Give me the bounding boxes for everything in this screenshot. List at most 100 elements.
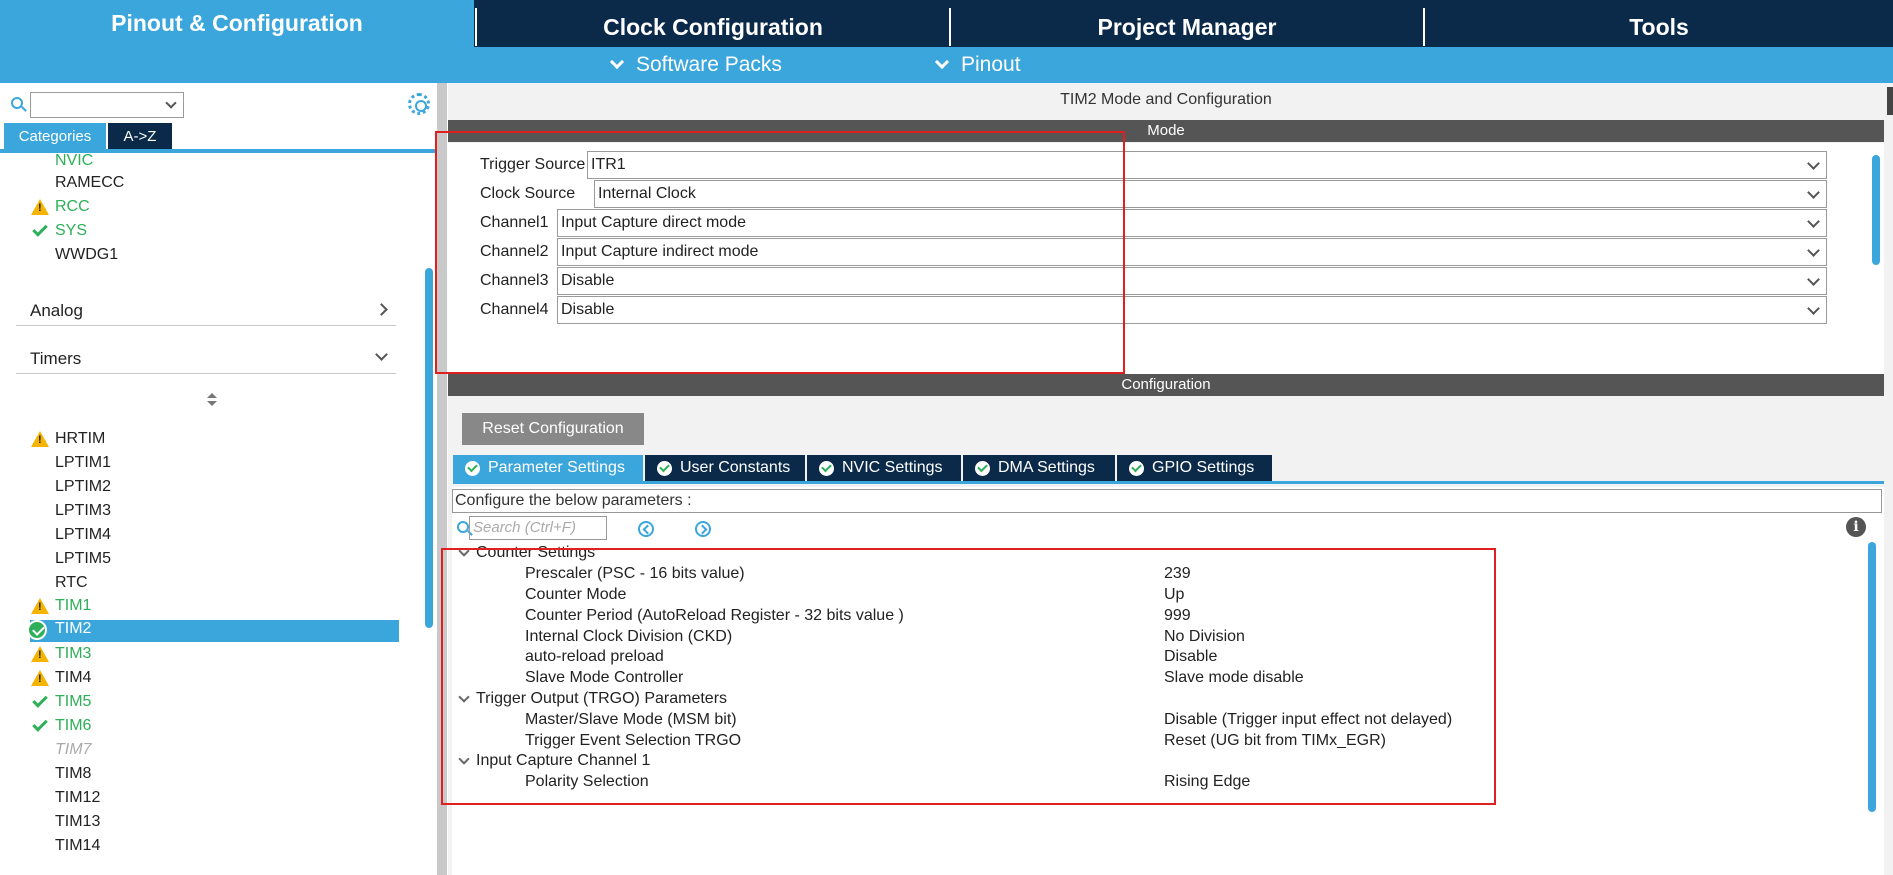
tree-item-label: TIM5: [55, 693, 92, 710]
group-timers-label: Timers: [30, 348, 82, 368]
check-circle-icon: [27, 620, 47, 640]
parameter-search-input[interactable]: Search (Ctrl+F): [469, 516, 607, 540]
tab-dma-settings[interactable]: DMA Settings: [963, 455, 1115, 481]
next-icon[interactable]: [695, 521, 711, 537]
tree-item-wwdg1[interactable]: WWDG1: [55, 246, 118, 268]
group-analog-label: Analog: [30, 300, 83, 320]
tab-a-to-z[interactable]: A->Z: [108, 123, 172, 149]
tree-item-lptim5[interactable]: LPTIM5: [55, 550, 111, 572]
sub-menu-bar: Software Packs Pinout: [0, 47, 1893, 83]
chevron-down-icon: [1807, 215, 1820, 228]
tree-item-tim7[interactable]: TIM7: [55, 741, 91, 763]
warning-icon: [31, 670, 49, 686]
pinout-menu[interactable]: Pinout: [934, 47, 1021, 83]
check-circle-icon: [975, 460, 990, 476]
warning-icon: [31, 431, 49, 447]
tree-item-tim8[interactable]: TIM8: [55, 765, 91, 787]
reset-configuration-button[interactable]: Reset Configuration: [462, 413, 644, 445]
tree-item-label: TIM2: [55, 620, 92, 637]
tab-parameter-settings[interactable]: Parameter Settings: [453, 455, 643, 481]
parameter-scrollbar[interactable]: [1868, 542, 1876, 812]
mode-scrollbar[interactable]: [1872, 155, 1880, 265]
check-circle-icon: [1129, 460, 1144, 476]
gear-icon[interactable]: [408, 93, 430, 115]
left-panel: Categories A->Z NVIC RAMECC RCC SYS WWDG…: [0, 83, 444, 875]
tab-pinout-configuration[interactable]: Pinout & Configuration: [0, 0, 474, 47]
tree-item-tim4[interactable]: TIM4: [31, 669, 92, 691]
chevron-right-icon: [375, 303, 388, 316]
tab-project-manager[interactable]: Project Manager: [949, 8, 1423, 46]
software-packs-menu[interactable]: Software Packs: [609, 47, 782, 83]
pinout-label: Pinout: [961, 53, 1021, 76]
check-icon: [32, 692, 48, 708]
tree-item-tim13[interactable]: TIM13: [55, 813, 100, 835]
left-scrollbar[interactable]: [425, 268, 433, 628]
tree-item-label: TIM14: [55, 837, 101, 854]
group-timers[interactable]: Timers: [16, 344, 396, 374]
tree-item-lptim3[interactable]: LPTIM3: [55, 502, 111, 524]
tree-item-lptim1[interactable]: LPTIM1: [55, 454, 111, 476]
tab-label: NVIC Settings: [842, 459, 943, 476]
tree-item-label: TIM4: [55, 669, 92, 686]
tab-categories[interactable]: Categories: [4, 123, 106, 149]
tab-label: Parameter Settings: [488, 459, 625, 476]
tree-item-tim6[interactable]: TIM6: [32, 716, 91, 739]
tree-item-nvic[interactable]: NVIC: [55, 152, 93, 174]
chevron-down-icon: [609, 54, 625, 70]
tree-item-label: RAMECC: [55, 174, 125, 191]
tree-item-tim5[interactable]: TIM5: [32, 692, 92, 715]
left-search-row: [8, 89, 438, 118]
chevron-down-icon: [375, 348, 388, 361]
check-icon: [32, 716, 48, 732]
previous-icon[interactable]: [638, 521, 654, 537]
warning-icon: [31, 646, 49, 662]
tree-item-lptim2[interactable]: LPTIM2: [55, 478, 111, 500]
tree-item-tim12[interactable]: TIM12: [55, 789, 100, 811]
configure-hint: Configure the below parameters :: [452, 489, 1882, 513]
tree-item-ramecc[interactable]: RAMECC: [55, 174, 124, 196]
chevron-down-icon: [1807, 186, 1820, 199]
sort-icon[interactable]: [207, 393, 217, 407]
parameters-highlight-box: [441, 548, 1496, 805]
page-title: TIM2 Mode and Configuration: [1060, 91, 1272, 108]
group-analog[interactable]: Analog: [16, 296, 396, 326]
tree-item-label: LPTIM1: [55, 454, 112, 471]
tree-item-sys[interactable]: SYS: [32, 221, 87, 244]
check-circle-icon: [657, 460, 672, 476]
tree-item-label: TIM3: [55, 645, 92, 662]
tree-item-tim14[interactable]: TIM14: [55, 837, 100, 859]
tree-item-rtc[interactable]: RTC: [55, 574, 88, 596]
search-icon: [11, 97, 23, 109]
check-circle-icon: [819, 460, 834, 476]
tab-label: DMA Settings: [998, 459, 1095, 476]
check-circle-icon: [465, 460, 480, 476]
chevron-down-icon: [934, 54, 950, 70]
tree-item-label: LPTIM2: [55, 478, 112, 495]
tree-item-label: TIM1: [55, 597, 92, 614]
tab-label: GPIO Settings: [1152, 459, 1255, 476]
tree-item-tim1[interactable]: TIM1: [31, 597, 92, 619]
tree-item-label: LPTIM5: [55, 550, 112, 567]
tab-nvic-settings[interactable]: NVIC Settings: [807, 455, 961, 481]
category-search-input[interactable]: [30, 92, 184, 118]
tree-item-label: WWDG1: [55, 246, 119, 263]
tree-item-hrtim[interactable]: HRTIM: [31, 430, 106, 452]
tree-item-label: RCC: [55, 198, 90, 215]
configuration-section-header: Configuration: [448, 374, 1884, 396]
tree-item-rcc[interactable]: RCC: [31, 198, 90, 220]
tab-gpio-settings[interactable]: GPIO Settings: [1117, 455, 1272, 481]
tree-item-label: TIM12: [55, 789, 101, 806]
tree-item-label: NVIC: [55, 152, 94, 169]
tab-user-constants[interactable]: User Constants: [645, 455, 805, 481]
tree-item-label: LPTIM4: [55, 526, 112, 543]
tree-item-label: RTC: [55, 574, 88, 591]
chevron-down-icon[interactable]: [165, 97, 177, 109]
tree-item-lptim4[interactable]: LPTIM4: [55, 526, 111, 548]
tab-tools[interactable]: Tools: [1423, 8, 1893, 46]
info-icon[interactable]: i: [1846, 517, 1866, 537]
tree-item-tim2[interactable]: TIM2: [27, 620, 399, 642]
tree-item-tim3[interactable]: TIM3: [31, 645, 92, 667]
tree-item-label: LPTIM3: [55, 502, 112, 519]
tab-clock-configuration[interactable]: Clock Configuration: [475, 8, 949, 46]
tree-item-label: HRTIM: [55, 430, 106, 447]
